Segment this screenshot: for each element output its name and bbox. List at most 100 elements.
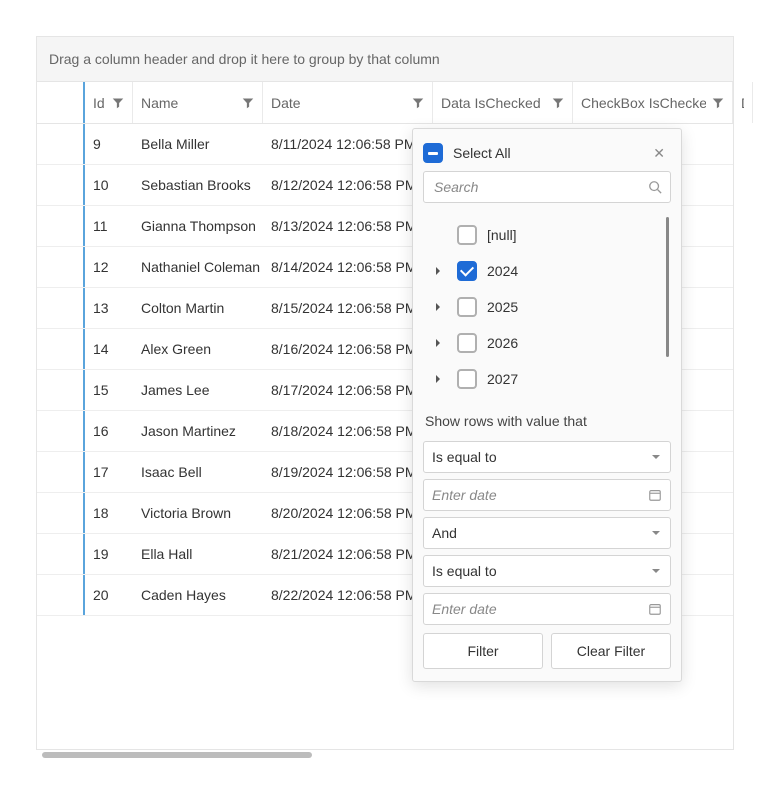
logic-select[interactable]: And (423, 517, 671, 549)
cell-name: Colton Martin (133, 288, 263, 328)
cell-name: Isaac Bell (133, 452, 263, 492)
cell-id: 10 (85, 165, 133, 205)
cell-date: 8/12/2024 12:06:58 PM (263, 165, 433, 205)
popup-actions: Filter Clear Filter (423, 633, 671, 669)
tree-label: 2026 (487, 335, 518, 351)
checkbox[interactable] (457, 333, 477, 353)
checkbox[interactable] (457, 225, 477, 245)
cell-date: 8/11/2024 12:06:58 PM (263, 124, 433, 164)
cell-name: Sebastian Brooks (133, 165, 263, 205)
cell-date: 8/17/2024 12:06:58 PM (263, 370, 433, 410)
row-indicator (37, 124, 85, 164)
row-indicator (37, 411, 85, 451)
cell-name: Jason Martinez (133, 411, 263, 451)
search-input-wrapper[interactable] (423, 171, 671, 203)
chevron-right-icon[interactable] (433, 374, 447, 384)
chevron-down-icon (650, 527, 662, 539)
cell-id: 20 (85, 575, 133, 615)
column-header-name[interactable]: Name (133, 82, 263, 123)
tree-item-2027[interactable]: 2027 (423, 361, 671, 397)
select-value: And (432, 525, 650, 541)
cell-name: James Lee (133, 370, 263, 410)
select-all-label: Select All (453, 145, 511, 161)
scrollbar-thumb[interactable] (42, 752, 312, 758)
row-indicator (37, 534, 85, 574)
tree-label: 2027 (487, 371, 518, 387)
horizontal-scrollbar[interactable] (36, 752, 336, 762)
filter-icon[interactable] (236, 97, 254, 109)
filter-icon[interactable] (106, 97, 124, 109)
close-icon[interactable]: ✕ (649, 145, 669, 162)
row-indicator (37, 165, 85, 205)
filter-section-label: Show rows with value that (421, 407, 673, 435)
date-input-1[interactable]: Enter date (423, 479, 671, 511)
filter-icon[interactable] (546, 97, 564, 109)
tree-item-2026[interactable]: 2026 (423, 325, 671, 361)
popup-header: Select All ✕ (421, 137, 673, 171)
row-indicator (37, 247, 85, 287)
date-placeholder: Enter date (432, 601, 648, 617)
chevron-right-icon[interactable] (433, 338, 447, 348)
cell-date: 8/22/2024 12:06:58 PM (263, 575, 433, 615)
cell-id: 17 (85, 452, 133, 492)
row-indicator (37, 329, 85, 369)
tree-label: [null] (487, 227, 517, 243)
row-indicator (37, 452, 85, 492)
tree-item-2025[interactable]: 2025 (423, 289, 671, 325)
row-indicator (37, 493, 85, 533)
calendar-icon[interactable] (648, 602, 662, 616)
cell-name: Alex Green (133, 329, 263, 369)
cell-date: 8/19/2024 12:06:58 PM (263, 452, 433, 492)
cell-id: 11 (85, 206, 133, 246)
checkbox[interactable] (457, 369, 477, 389)
row-indicator (37, 575, 85, 615)
column-header-data-ischecked[interactable]: Data IsChecked (433, 82, 573, 123)
column-headers: Id Name Date Data IsChecked CheckBox IsC (37, 82, 733, 124)
date-input-2[interactable]: Enter date (423, 593, 671, 625)
column-header-date[interactable]: Date (263, 82, 433, 123)
column-header-dynamic[interactable]: Dy (733, 82, 753, 123)
cell-date: 8/15/2024 12:06:58 PM (263, 288, 433, 328)
cell-id: 15 (85, 370, 133, 410)
column-header-checkbox-ischecked[interactable]: CheckBox IsChecked (573, 82, 733, 123)
tree-label: 2025 (487, 299, 518, 315)
filter-icon[interactable] (406, 97, 424, 109)
cell-date: 8/14/2024 12:06:58 PM (263, 247, 433, 287)
operator-2-select[interactable]: Is equal to (423, 555, 671, 587)
cell-date: 8/21/2024 12:06:58 PM (263, 534, 433, 574)
cell-id: 16 (85, 411, 133, 451)
row-indicator-header (37, 82, 85, 123)
date-placeholder: Enter date (432, 487, 648, 503)
select-value: Is equal to (432, 563, 650, 579)
tree-item-null[interactable]: [null] (423, 217, 671, 253)
operator-1-select[interactable]: Is equal to (423, 441, 671, 473)
checkbox[interactable] (457, 297, 477, 317)
row-indicator (37, 288, 85, 328)
tree-item-2024[interactable]: 2024 (423, 253, 671, 289)
checkbox[interactable] (457, 261, 477, 281)
column-label: Id (93, 95, 106, 111)
row-indicator (37, 206, 85, 246)
filter-icon[interactable] (706, 97, 724, 109)
cell-name: Ella Hall (133, 534, 263, 574)
search-input[interactable] (432, 178, 648, 196)
chevron-right-icon[interactable] (433, 266, 447, 276)
cell-name: Caden Hayes (133, 575, 263, 615)
calendar-icon[interactable] (648, 488, 662, 502)
group-panel[interactable]: Drag a column header and drop it here to… (37, 37, 733, 82)
filter-button[interactable]: Filter (423, 633, 543, 669)
cell-id: 19 (85, 534, 133, 574)
chevron-right-icon[interactable] (433, 302, 447, 312)
cell-name: Victoria Brown (133, 493, 263, 533)
clear-filter-button[interactable]: Clear Filter (551, 633, 671, 669)
column-header-id[interactable]: Id (85, 82, 133, 123)
cell-name: Gianna Thompson (133, 206, 263, 246)
cell-date: 8/16/2024 12:06:58 PM (263, 329, 433, 369)
row-indicator (37, 370, 85, 410)
cell-id: 18 (85, 493, 133, 533)
select-all-checkbox[interactable] (423, 143, 443, 163)
filter-tree: [null] 2024 2025 2026 (421, 211, 673, 407)
cell-name: Nathaniel Coleman (133, 247, 263, 287)
cell-id: 9 (85, 124, 133, 164)
tree-scrollbar[interactable] (666, 217, 669, 357)
